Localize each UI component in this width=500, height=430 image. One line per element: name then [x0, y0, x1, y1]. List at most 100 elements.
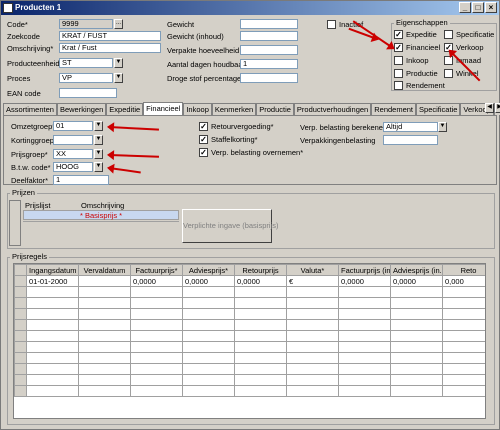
tab-rendement[interactable]: Rendement — [371, 103, 417, 115]
btw-dropdown[interactable]: ▼ — [94, 162, 103, 172]
col-factuurprijs[interactable]: Factuurprijs* — [130, 264, 183, 276]
empty-cell[interactable] — [182, 363, 235, 375]
col-factuurprijs-in[interactable]: Factuurprijs (in.) — [338, 264, 391, 276]
proces-field[interactable]: VP — [59, 73, 113, 83]
empty-cell[interactable] — [26, 330, 79, 342]
row-header[interactable] — [14, 374, 27, 386]
empty-cell[interactable] — [338, 319, 391, 331]
cell-adviesprijs[interactable]: 0,0000 — [182, 275, 235, 287]
empty-cell[interactable] — [130, 330, 183, 342]
col-ingangsdatum[interactable]: Ingangsdatum — [26, 264, 79, 276]
empty-table-row[interactable] — [14, 363, 485, 375]
empty-cell[interactable] — [286, 341, 339, 353]
winkel-checkbox[interactable] — [444, 69, 453, 78]
cell-reto[interactable]: 0,000 — [442, 275, 485, 287]
expeditie-checkbox[interactable]: ✓ — [394, 30, 403, 39]
empty-cell[interactable] — [390, 385, 443, 397]
empty-cell[interactable] — [442, 308, 485, 320]
producteenheid-field[interactable]: ST — [59, 58, 113, 68]
row-header[interactable] — [14, 330, 27, 342]
tab-inkoop[interactable]: Inkoop — [183, 103, 212, 115]
tab-productverhoudingen[interactable]: Productverhoudingen — [293, 103, 372, 115]
tab-kenmerken[interactable]: Kenmerken — [211, 103, 257, 115]
empty-table-row[interactable] — [14, 352, 485, 364]
empty-cell[interactable] — [234, 330, 287, 342]
empty-cell[interactable] — [182, 341, 235, 353]
tab-expeditie[interactable]: Expeditie — [106, 103, 144, 115]
empty-cell[interactable] — [338, 385, 391, 397]
col-adviesprijs[interactable]: Adviesprijs* — [182, 264, 235, 276]
retourvergoeding-checkbox[interactable]: ✓ — [199, 122, 208, 131]
prijsgroep-dropdown[interactable]: ▼ — [94, 149, 103, 159]
empty-table-row[interactable] — [14, 297, 485, 309]
empty-cell[interactable] — [234, 286, 287, 298]
empty-cell[interactable] — [26, 385, 79, 397]
empty-cell[interactable] — [78, 341, 131, 353]
tab-productie[interactable]: Productie — [256, 103, 294, 115]
empty-cell[interactable] — [390, 374, 443, 386]
empty-table-row[interactable] — [14, 341, 485, 353]
kortinggroep-field[interactable] — [53, 135, 93, 145]
empty-cell[interactable] — [182, 385, 235, 397]
empty-cell[interactable] — [338, 330, 391, 342]
empty-cell[interactable] — [182, 286, 235, 298]
empty-cell[interactable] — [286, 363, 339, 375]
deelfaktor-field[interactable]: 1 — [53, 175, 109, 185]
cell-factuurprijs-in[interactable]: 0,0000 — [338, 275, 391, 287]
cell-adviesprijs-in[interactable]: 0,0000 — [390, 275, 443, 287]
tab-scroll-right-button[interactable]: ▶ — [495, 103, 500, 113]
empty-cell[interactable] — [442, 330, 485, 342]
omzetgroep-dropdown[interactable]: ▼ — [94, 121, 103, 131]
empty-cell[interactable] — [390, 363, 443, 375]
empty-cell[interactable] — [130, 385, 183, 397]
row-header[interactable] — [14, 297, 27, 309]
empty-cell[interactable] — [442, 341, 485, 353]
gewicht-field[interactable] — [240, 19, 298, 29]
empty-cell[interactable] — [286, 319, 339, 331]
empty-cell[interactable] — [78, 385, 131, 397]
empty-cell[interactable] — [286, 385, 339, 397]
empty-cell[interactable] — [286, 297, 339, 309]
empty-cell[interactable] — [286, 286, 339, 298]
empty-cell[interactable] — [390, 341, 443, 353]
empty-cell[interactable] — [442, 374, 485, 386]
row-header[interactable] — [14, 352, 27, 364]
empty-cell[interactable] — [234, 319, 287, 331]
empty-cell[interactable] — [442, 319, 485, 331]
col-valuta[interactable]: Valuta* — [286, 264, 339, 276]
empty-cell[interactable] — [390, 297, 443, 309]
col-adviesprijs-in[interactable]: Adviesprijs (in.) — [390, 264, 443, 276]
cell-valuta[interactable]: € — [286, 275, 339, 287]
empty-cell[interactable] — [78, 319, 131, 331]
maximize-button[interactable]: □ — [472, 2, 484, 13]
empty-cell[interactable] — [130, 363, 183, 375]
minimize-button[interactable]: _ — [459, 2, 471, 13]
empty-cell[interactable] — [130, 308, 183, 320]
empty-cell[interactable] — [78, 297, 131, 309]
empty-cell[interactable] — [26, 319, 79, 331]
empty-cell[interactable] — [338, 374, 391, 386]
row-header[interactable] — [14, 385, 27, 397]
empty-cell[interactable] — [182, 297, 235, 309]
droge-stof-field[interactable] — [240, 73, 298, 83]
row-header[interactable] — [14, 319, 27, 331]
empty-cell[interactable] — [130, 352, 183, 364]
empty-cell[interactable] — [442, 286, 485, 298]
empty-cell[interactable] — [78, 330, 131, 342]
tab-financieel[interactable]: Financieel — [143, 102, 184, 115]
verp-berekenen-dropdown[interactable]: ▼ — [438, 122, 447, 132]
rendement-checkbox[interactable] — [394, 81, 403, 90]
empty-table-row[interactable] — [14, 319, 485, 331]
omzetgroep-field[interactable]: 01 — [53, 121, 93, 131]
empty-cell[interactable] — [182, 352, 235, 364]
code-lookup-button[interactable]: ... — [114, 19, 123, 29]
row-header[interactable] — [14, 308, 27, 320]
tab-specificatie[interactable]: Specificatie — [416, 103, 461, 115]
empty-cell[interactable] — [390, 286, 443, 298]
gewicht-inhoud-field[interactable] — [240, 31, 298, 41]
empty-cell[interactable] — [182, 319, 235, 331]
proces-dropdown[interactable]: ▼ — [114, 73, 123, 83]
empty-table-row[interactable] — [14, 330, 485, 342]
empty-cell[interactable] — [234, 297, 287, 309]
empty-cell[interactable] — [338, 363, 391, 375]
